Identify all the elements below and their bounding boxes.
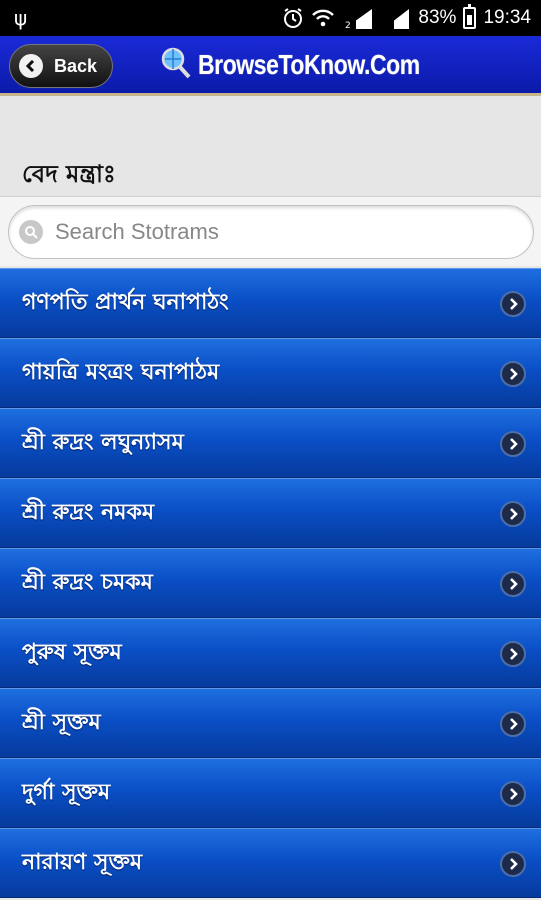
battery-icon — [463, 4, 477, 29]
signal-icon-sim1: 2 — [342, 7, 374, 29]
usb-icon: ψ — [14, 6, 28, 30]
chevron-right-icon — [500, 361, 526, 387]
list-item[interactable]: নারায়ণ সূক্তম — [0, 828, 541, 898]
chevron-right-icon — [500, 851, 526, 877]
magnifier-globe-icon — [160, 46, 192, 84]
chevron-right-icon — [500, 571, 526, 597]
search-field[interactable] — [8, 205, 534, 259]
page-title: বেদ মন্ত্রাঃ — [22, 160, 116, 188]
brand-logo: BrowseToKnow.Com — [160, 46, 468, 84]
brand-name: BrowseToKnow.Com — [198, 49, 420, 80]
list-item[interactable]: শ্রী রুদ্রং চমকম — [0, 548, 541, 618]
list-item[interactable]: গণপতি প্রার্থন ঘনাপাঠং — [0, 268, 541, 338]
list-item[interactable]: শ্রী রুদ্রং নমকম — [0, 478, 541, 548]
list-item-label: শ্রী সূক্তম — [22, 709, 101, 735]
list-item[interactable]: দুর্গা সূক্তম — [0, 758, 541, 828]
chevron-right-icon — [500, 431, 526, 457]
list-item-label: শ্রী রুদ্রং চমকম — [22, 569, 153, 595]
app-header: Back BrowseToKnow.Com — [0, 36, 541, 96]
status-icons: 2 83% 19:34 — [282, 0, 531, 36]
stotram-list: গণপতি প্রার্থন ঘনাপাঠং গায়ত্রি মংত্রং ঘ… — [0, 268, 541, 898]
list-item[interactable]: শ্রী রুদ্রং লঘুন্যাসম — [0, 408, 541, 478]
search-bar — [0, 196, 541, 266]
alarm-icon — [282, 7, 304, 29]
chevron-right-icon — [500, 711, 526, 737]
list-item-label: শ্রী রুদ্রং নমকম — [22, 499, 155, 525]
list-item-label: পুরুষ সূক্তম — [22, 639, 122, 665]
wifi-icon — [311, 8, 335, 28]
svg-text:2: 2 — [345, 21, 351, 29]
search-input[interactable] — [55, 219, 495, 245]
chevron-right-icon — [500, 291, 526, 317]
chevron-right-icon — [500, 641, 526, 667]
search-icon — [19, 220, 43, 244]
chevron-right-icon — [500, 501, 526, 527]
list-item-label: নারায়ণ সূক্তম — [22, 849, 143, 875]
battery-percent: 83% — [418, 7, 457, 28]
list-item-label: গায়ত্রি মংত্রং ঘনাপাঠম — [22, 359, 220, 385]
back-button[interactable]: Back — [9, 44, 113, 88]
chevron-right-icon — [500, 781, 526, 807]
list-item-label: গণপতি প্রার্থন ঘনাপাঠং — [22, 289, 229, 315]
status-bar: ψ 2 83% 19:34 — [0, 0, 541, 36]
signal-icon-sim2 — [381, 7, 411, 29]
list-item[interactable]: পুরুষ সূক্তম — [0, 618, 541, 688]
chevron-left-icon — [19, 54, 43, 78]
list-item[interactable]: গায়ত্রি মংত্রং ঘনাপাঠম — [0, 338, 541, 408]
clock-time: 19:34 — [483, 7, 531, 28]
back-button-label: Back — [54, 55, 98, 76]
list-item[interactable]: শ্রী সূক্তম — [0, 688, 541, 758]
list-item-label: দুর্গা সূক্তম — [22, 779, 111, 805]
list-item-label: শ্রী রুদ্রং লঘুন্যাসম — [22, 429, 184, 455]
